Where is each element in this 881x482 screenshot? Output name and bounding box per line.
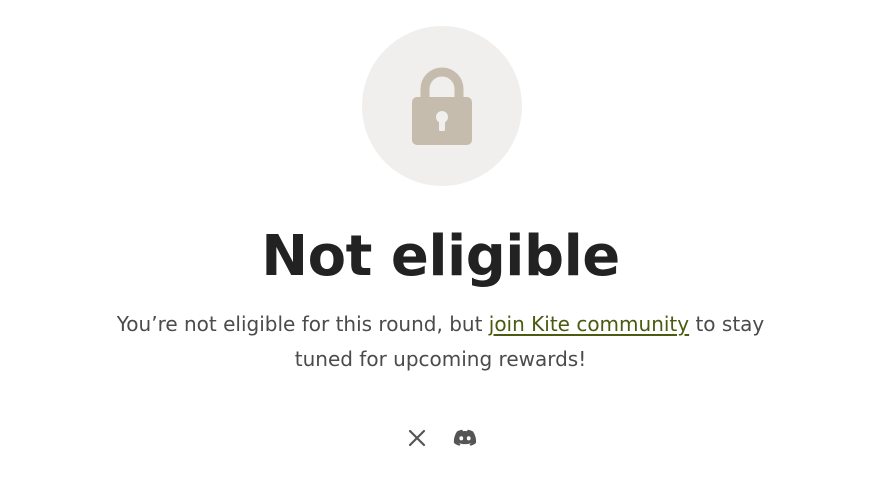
- discord-link[interactable]: [452, 424, 478, 452]
- lock-badge: [362, 26, 522, 186]
- lock-icon: [412, 67, 472, 145]
- message-text-start: You’re not eligible for this round, but: [116, 312, 489, 336]
- x-link[interactable]: [404, 424, 430, 452]
- social-links: [0, 424, 881, 452]
- page-title: Not eligible: [261, 224, 620, 289]
- eligibility-message: You’re not eligible for this round, but …: [100, 307, 781, 377]
- join-community-link[interactable]: join Kite community: [489, 312, 689, 336]
- x-icon: [408, 429, 425, 447]
- discord-icon: [453, 429, 476, 446]
